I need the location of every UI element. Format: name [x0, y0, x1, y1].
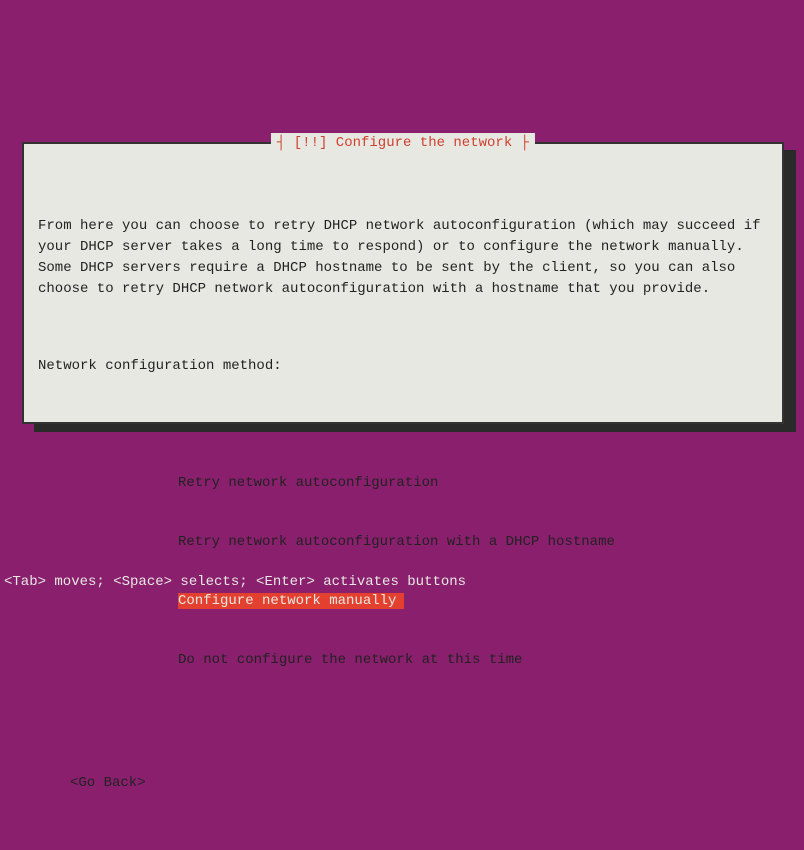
prompt-label: Network configuration method:	[38, 356, 768, 377]
dialog-title: ┤ [!!] Configure the network ├	[271, 133, 535, 154]
dialog-body-text: From here you can choose to retry DHCP n…	[38, 216, 768, 300]
menu-item-configure-manually[interactable]: Configure network manually	[178, 593, 404, 609]
menu-item-do-not-configure[interactable]: Do not configure the network at this tim…	[178, 652, 522, 668]
status-bar: <Tab> moves; <Space> selects; <Enter> ac…	[4, 572, 466, 593]
dialog-content: From here you can choose to retry DHCP n…	[24, 144, 782, 850]
menu-item-retry-autoconfig-hostname[interactable]: Retry network autoconfiguration with a D…	[178, 534, 615, 550]
go-back-button[interactable]: <Go Back>	[70, 773, 768, 794]
menu-item-retry-autoconfig[interactable]: Retry network autoconfiguration	[178, 475, 438, 491]
dialog-box: ┤ [!!] Configure the network ├ From here…	[22, 142, 784, 424]
